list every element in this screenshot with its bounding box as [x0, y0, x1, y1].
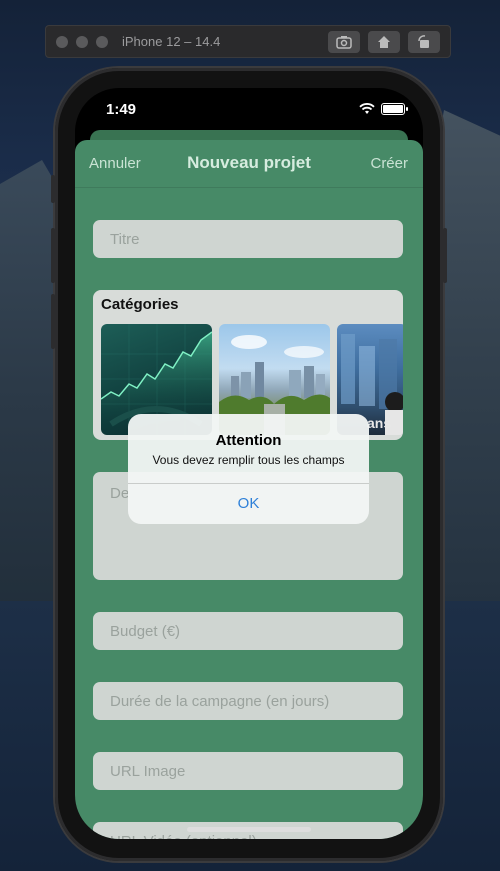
screenshot-icon [336, 35, 352, 49]
alert-dialog: Attention Vous devez remplir tous les ch… [128, 414, 369, 524]
alert-ok-button[interactable]: OK [128, 484, 369, 524]
simulator-title: iPhone 12 – 14.4 [122, 34, 221, 49]
volume-down-button [51, 294, 55, 349]
rotate-button[interactable] [408, 30, 440, 53]
notch [154, 88, 344, 118]
simulator-title-bar: iPhone 12 – 14.4 [45, 25, 451, 58]
battery-icon [381, 103, 408, 115]
home-icon [378, 35, 390, 48]
screenshot-button[interactable] [328, 30, 360, 53]
wifi-icon [359, 103, 375, 114]
power-button [443, 228, 447, 283]
alert-title: Attention [215, 432, 282, 449]
close-window-button[interactable] [56, 35, 68, 48]
rotate-icon [418, 34, 429, 48]
zoom-window-button[interactable] [96, 35, 108, 48]
alert-message: Vous devez remplir tous les champs [152, 453, 345, 467]
volume-up-button [51, 228, 55, 283]
status-time: 1:49 [106, 101, 137, 118]
home-button[interactable] [368, 30, 400, 53]
home-indicator[interactable] [187, 827, 311, 832]
phone-screen: 1:49 Annuler Nouveau projet Créer Titre … [75, 88, 423, 839]
minimize-window-button[interactable] [76, 35, 88, 48]
silent-switch [51, 175, 55, 203]
